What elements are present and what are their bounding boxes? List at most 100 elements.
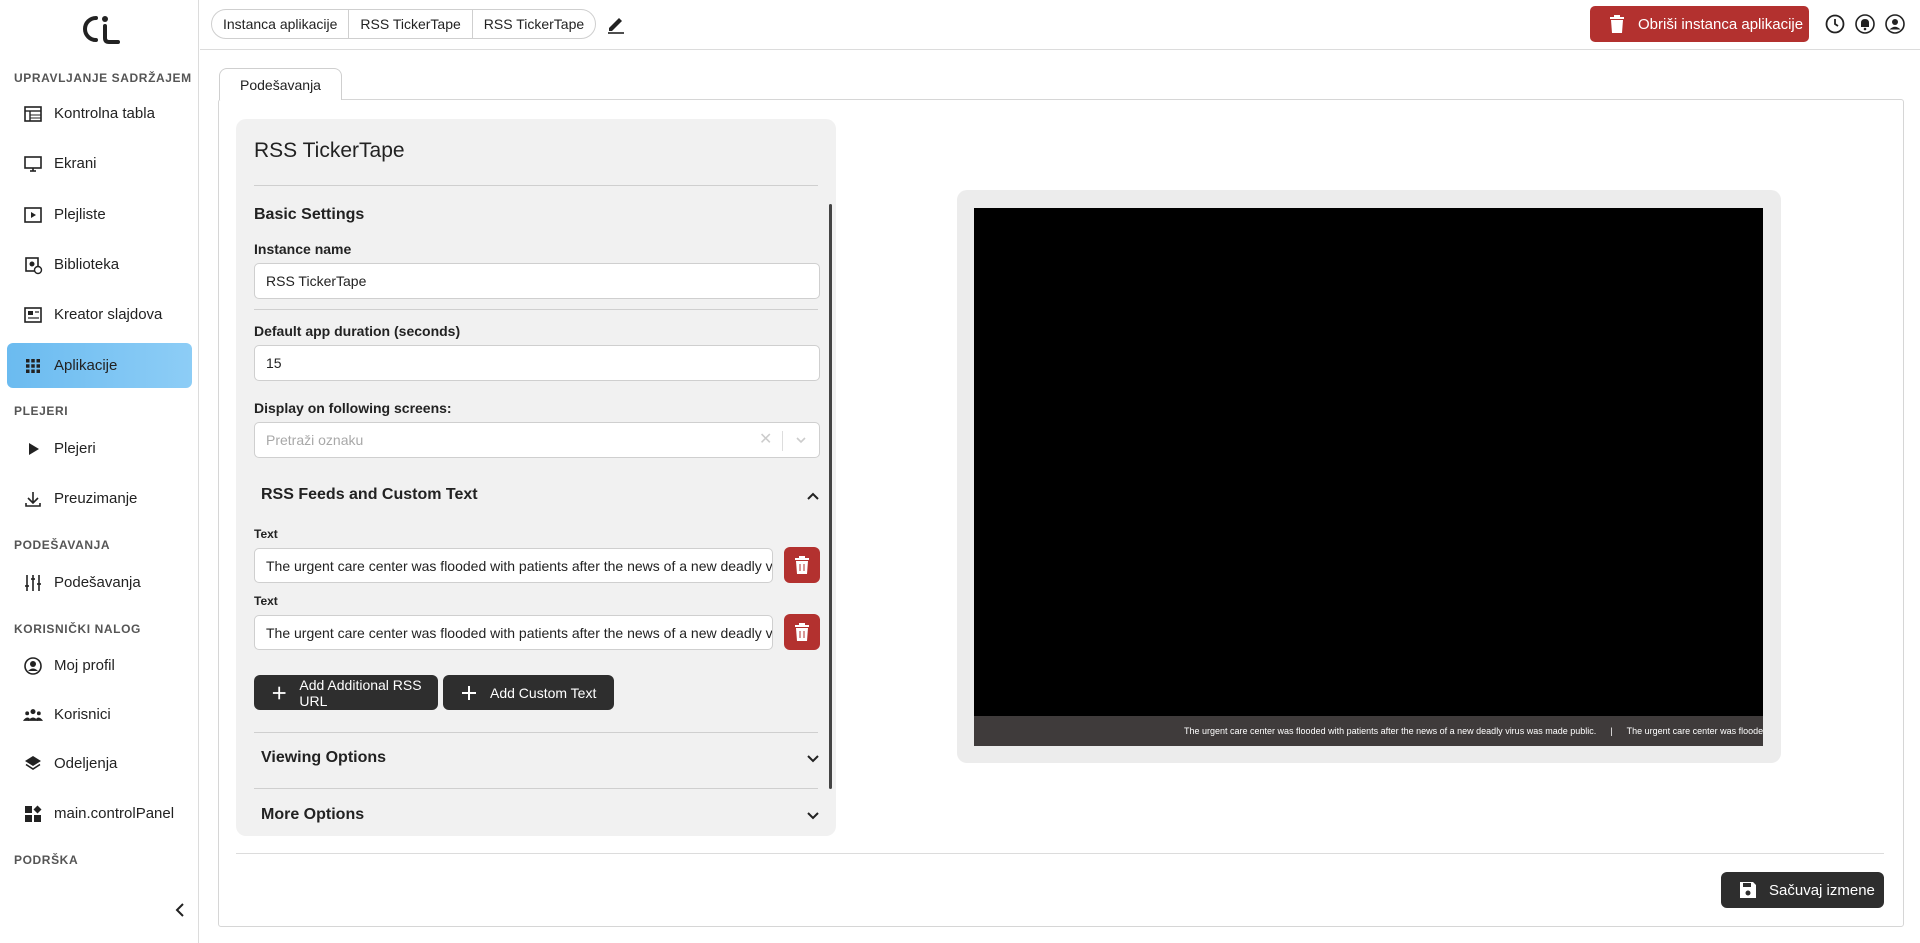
dashboard-icon bbox=[23, 104, 43, 124]
screens-label: Display on following screens: bbox=[254, 400, 452, 416]
sidebar-item-label: Preuzimanje bbox=[54, 490, 138, 507]
breadcrumb-item[interactable]: RSS TickerTape bbox=[349, 10, 473, 38]
text-label: Text bbox=[254, 527, 278, 541]
more-options-heading: More Options bbox=[261, 806, 365, 823]
sidebar-item-dashboard[interactable]: Kontrolna tabla bbox=[7, 91, 192, 136]
add-custom-text-button[interactable]: Add Custom Text bbox=[443, 675, 614, 710]
sidebar-item-library[interactable]: Biblioteka bbox=[7, 242, 192, 287]
sidebar-item-label: Kreator slajdova bbox=[54, 306, 163, 323]
sidebar-item-apps[interactable]: Aplikacije bbox=[7, 343, 192, 388]
breadcrumb: Instanca aplikacije RSS TickerTape RSS T… bbox=[211, 9, 597, 39]
sidebar-item-players[interactable]: Plejeri bbox=[7, 426, 192, 471]
screens-select-placeholder: Pretraži oznaku bbox=[266, 432, 364, 448]
section-label-settings: PODEŠAVANJA bbox=[14, 538, 111, 552]
bell-icon[interactable] bbox=[1854, 13, 1876, 35]
sidebar-item-label: Plejeri bbox=[54, 440, 96, 457]
sidebar-item-my-profile[interactable]: Moj profil bbox=[7, 643, 192, 688]
section-label-account: KORISNIČKI NALOG bbox=[14, 622, 141, 636]
divider bbox=[254, 309, 818, 310]
bottom-divider bbox=[236, 853, 1884, 854]
delete-text-button[interactable] bbox=[784, 614, 820, 650]
layers-icon bbox=[23, 754, 43, 774]
save-changes-label: Sačuvaj izmene bbox=[1769, 881, 1875, 899]
more-options-section-header[interactable]: More Options bbox=[261, 806, 821, 824]
custom-text-input[interactable]: The urgent care center was flooded with … bbox=[254, 548, 773, 583]
delete-text-button[interactable] bbox=[784, 547, 820, 583]
duration-field[interactable]: 15 bbox=[254, 345, 820, 381]
ticker-bar: The urgent care center was flooded with … bbox=[974, 716, 1763, 746]
sidebar-item-label: Moj profil bbox=[54, 657, 115, 674]
duration-label: Default app duration (seconds) bbox=[254, 323, 461, 339]
add-rss-url-button[interactable]: Add Additional RSS URL bbox=[254, 675, 438, 710]
section-label-support: PODRŠKA bbox=[14, 853, 79, 867]
instance-name-label: Instance name bbox=[254, 241, 352, 257]
instance-name-field[interactable]: RSS TickerTape bbox=[254, 263, 820, 299]
user-circle-icon bbox=[23, 656, 43, 676]
delete-instance-button[interactable]: Obriši instanca aplikacije bbox=[1590, 6, 1809, 42]
sidebar-item-label: Odeljenja bbox=[54, 755, 118, 772]
sidebar-item-playlists[interactable]: Plejliste bbox=[7, 192, 192, 237]
sliders-icon bbox=[23, 573, 43, 593]
delete-instance-label: Obriši instanca aplikacije bbox=[1638, 15, 1804, 33]
chevron-down-icon[interactable] bbox=[793, 432, 809, 448]
sidebar-item-label: Korisnici bbox=[54, 706, 111, 723]
edit-pencil-icon[interactable] bbox=[605, 13, 627, 35]
screens-select[interactable]: Pretraži oznaku ✕ bbox=[254, 422, 820, 458]
sidebar-item-users[interactable]: Korisnici bbox=[7, 692, 192, 737]
trash-icon bbox=[1610, 15, 1624, 33]
clear-icon[interactable]: ✕ bbox=[759, 432, 775, 448]
save-changes-button[interactable]: Sačuvaj izmene bbox=[1721, 872, 1884, 908]
viewing-options-heading: Viewing Options bbox=[261, 749, 387, 766]
breadcrumb-item[interactable]: RSS TickerTape bbox=[473, 10, 595, 38]
rss-feeds-section-header[interactable]: RSS Feeds and Custom Text bbox=[261, 486, 821, 504]
ticker-text: The urgent care center was flooded with … bbox=[1184, 726, 1597, 736]
tab-settings[interactable]: Podešavanja bbox=[219, 68, 342, 100]
play-icon bbox=[23, 439, 43, 459]
ticker-content: The urgent care center was flooded with … bbox=[1184, 726, 1763, 736]
monitor-icon bbox=[23, 154, 43, 174]
download-icon bbox=[23, 489, 43, 509]
add-rss-url-label: Add Additional RSS URL bbox=[299, 676, 422, 709]
preview-screen: The urgent care center was flooded with … bbox=[974, 208, 1763, 746]
rss-feeds-heading: RSS Feeds and Custom Text bbox=[261, 486, 478, 503]
card-title: RSS TickerTape bbox=[254, 139, 405, 162]
chevron-down-icon[interactable] bbox=[805, 808, 821, 824]
floppy-disk-icon bbox=[1740, 882, 1756, 898]
account-icon[interactable] bbox=[1884, 13, 1906, 35]
sidebar-item-label: Kontrolna tabla bbox=[54, 105, 155, 122]
top-bar: Instanca aplikacije RSS TickerTape RSS T… bbox=[200, 0, 1920, 50]
text-label: Text bbox=[254, 594, 278, 608]
library-icon bbox=[23, 255, 43, 275]
divider bbox=[254, 788, 818, 789]
chevron-down-icon[interactable] bbox=[805, 751, 821, 767]
chevron-up-icon[interactable] bbox=[805, 488, 821, 504]
trash-icon bbox=[795, 556, 809, 574]
sidebar-item-settings[interactable]: Podešavanja bbox=[7, 560, 192, 605]
settings-card: RSS TickerTape Basic Settings Instance n… bbox=[236, 119, 836, 836]
sidebar-item-label: Aplikacije bbox=[54, 357, 118, 374]
section-label-players: PLEJERI bbox=[14, 404, 69, 418]
scrollbar[interactable] bbox=[829, 204, 832, 789]
sidebar-item-download[interactable]: Preuzimanje bbox=[7, 476, 192, 521]
sidebar-item-label: main.controlPanel bbox=[54, 805, 175, 822]
sidebar-item-departments[interactable]: Odeljenja bbox=[7, 741, 192, 786]
sidebar-item-label: Podešavanja bbox=[54, 574, 141, 591]
sidebar-item-label: Ekrani bbox=[54, 155, 97, 172]
ticker-separator: | bbox=[1610, 726, 1613, 736]
sidebar-item-slide-creator[interactable]: Kreator slajdova bbox=[7, 292, 192, 337]
viewing-options-section-header[interactable]: Viewing Options bbox=[261, 749, 821, 767]
select-separator bbox=[782, 431, 783, 451]
breadcrumb-item[interactable]: Instanca aplikacije bbox=[212, 10, 350, 38]
custom-text-input[interactable]: The urgent care center was flooded with … bbox=[254, 615, 773, 650]
sidebar-item-screens[interactable]: Ekrani bbox=[7, 141, 192, 186]
widgets-icon bbox=[23, 804, 43, 824]
collapse-sidebar-icon[interactable] bbox=[170, 900, 190, 920]
logo-icon bbox=[83, 16, 120, 44]
plus-icon bbox=[272, 686, 286, 699]
sidebar-item-control-panel[interactable]: main.controlPanel bbox=[7, 791, 192, 836]
section-label-content: UPRAVLJANJE SADRŽAJEM bbox=[14, 71, 192, 85]
add-custom-text-label: Add Custom Text bbox=[490, 684, 597, 701]
divider bbox=[254, 185, 818, 186]
clock-icon[interactable] bbox=[1824, 13, 1846, 35]
plus-icon bbox=[462, 685, 476, 700]
